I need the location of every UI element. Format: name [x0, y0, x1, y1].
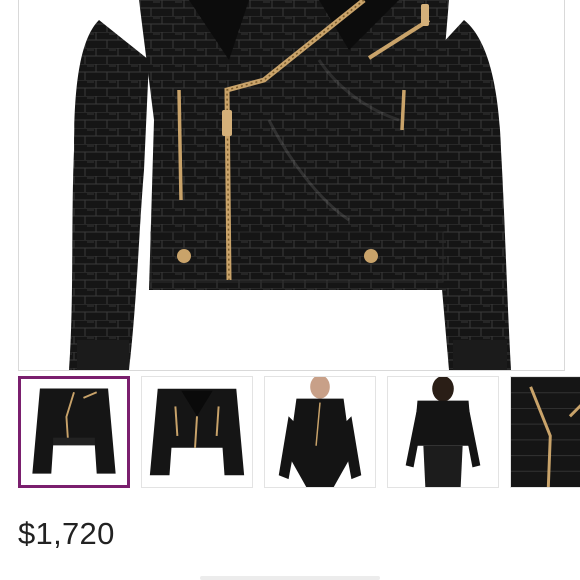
model-front-icon	[265, 377, 375, 487]
product-page: $1,720	[0, 0, 580, 580]
leather-jacket-icon	[69, 0, 511, 370]
thumbnail-3[interactable]	[264, 376, 376, 488]
jacket-front-flat-icon	[21, 379, 127, 485]
thumbnail-5[interactable]	[510, 376, 580, 488]
jacket-detail-icon	[511, 377, 580, 487]
scroll-indicator[interactable]	[200, 576, 380, 580]
price-label: $1,720	[18, 516, 115, 551]
jacket-front-open-icon	[142, 377, 252, 487]
thumbnail-4[interactable]	[387, 376, 499, 488]
model-back-icon	[388, 377, 498, 487]
thumbnail-strip	[18, 376, 580, 492]
thumbnail-1[interactable]	[18, 376, 130, 488]
thumbnail-2[interactable]	[141, 376, 253, 488]
main-product-image[interactable]	[18, 0, 565, 371]
